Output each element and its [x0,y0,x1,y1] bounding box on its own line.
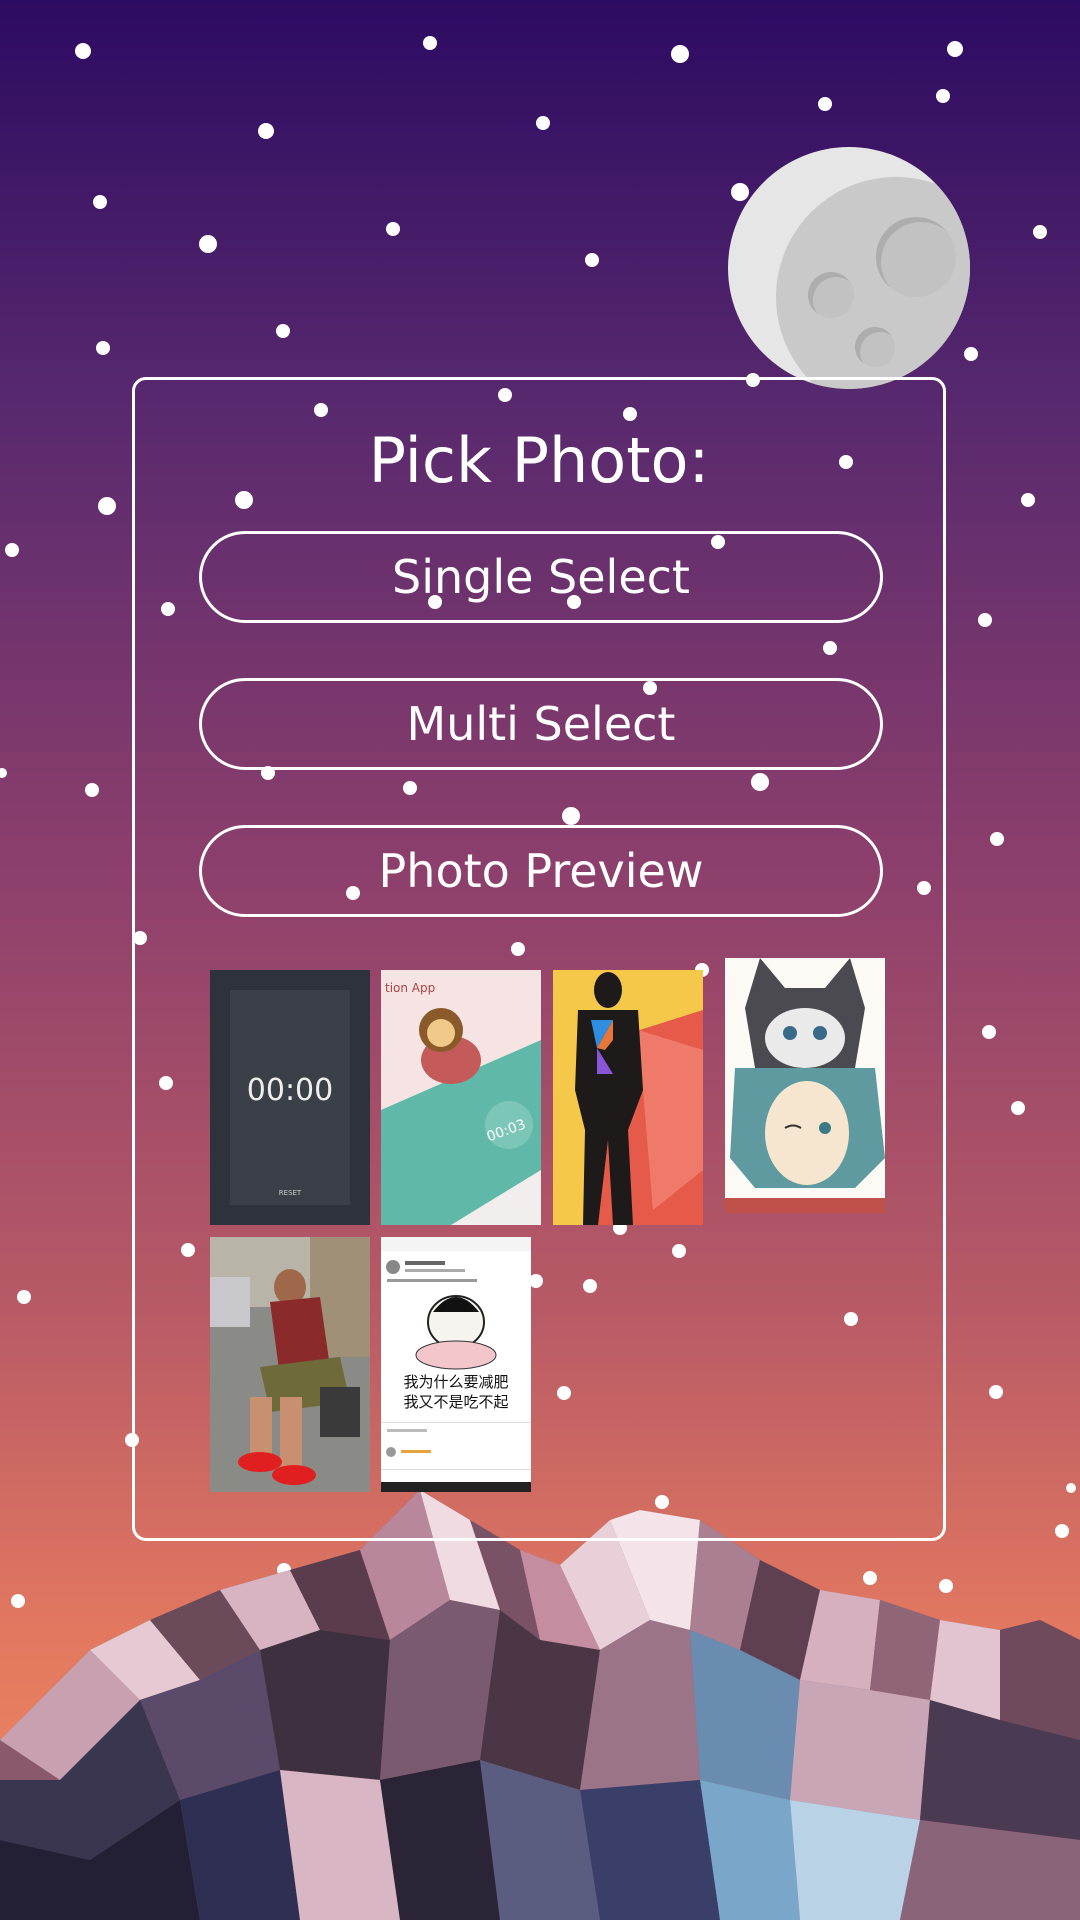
snow-dot [671,45,689,63]
man-tying-red-sneakers-photo [210,1237,370,1492]
mountain-illustration [0,1490,1080,1920]
snow-dot [585,253,599,267]
snow-dot [989,1385,1003,1399]
snow-dot [982,1025,996,1039]
meme-caption-line2: 我又不是吃不起 [403,1393,508,1411]
snow-dot [536,116,550,130]
reset-text: RESET [279,1189,302,1197]
snow-dot [1033,225,1047,239]
chinese-social-post-screenshot: 我为什么要减肥 我又不是吃不起 [381,1237,531,1492]
snow-dot [386,222,400,236]
app-name-text: tion App [385,981,435,995]
snow-dot [96,341,110,355]
single-select-button[interactable]: Single Select [199,531,883,623]
page-title: Pick Photo: [368,424,710,497]
snow-dot [0,768,7,778]
snow-dot [990,832,1004,846]
snow-dot [423,36,437,50]
snow-dot [947,41,963,57]
snow-dot [98,497,116,515]
photo-thumbnail-3[interactable] [553,970,703,1225]
photo-thumbnail-4[interactable] [725,958,885,1213]
meme-caption-line1: 我为什么要减肥 [403,1373,508,1391]
kotlin-superhero-illustration [553,970,703,1225]
photo-thumbnail-2[interactable]: 00:03 tion App [381,970,541,1225]
timer-app-screenshot: 00:00 RESET [210,970,370,1225]
moon-icon [728,147,970,389]
photo-thumbnail-5[interactable] [210,1237,370,1492]
anime-boy-with-husky-hat [725,958,885,1213]
snow-dot [93,195,107,209]
photo-preview-button[interactable]: Photo Preview [199,825,883,917]
snow-dot [199,235,217,253]
snow-dot [936,89,950,103]
snow-dot [258,123,274,139]
snow-dot [75,43,91,59]
snow-dot [1011,1101,1025,1115]
snow-dot [85,783,99,797]
monkey-meditation-app-screenshot: 00:03 tion App [381,970,541,1225]
snow-dot [818,97,832,111]
snow-dot [5,543,19,557]
timer-text: 00:00 [247,1073,333,1108]
snow-dot [731,183,749,201]
multi-select-button[interactable]: Multi Select [199,678,883,770]
snow-dot [276,324,290,338]
photo-thumbnail-1[interactable]: 00:00 RESET [210,970,370,1225]
snow-dot [17,1290,31,1304]
pick-photo-panel: Pick Photo: Single Select Multi Select P… [132,377,946,1541]
snow-dot [1021,493,1035,507]
snow-dot [978,613,992,627]
photo-thumbnail-6[interactable]: 我为什么要减肥 我又不是吃不起 [381,1237,531,1492]
